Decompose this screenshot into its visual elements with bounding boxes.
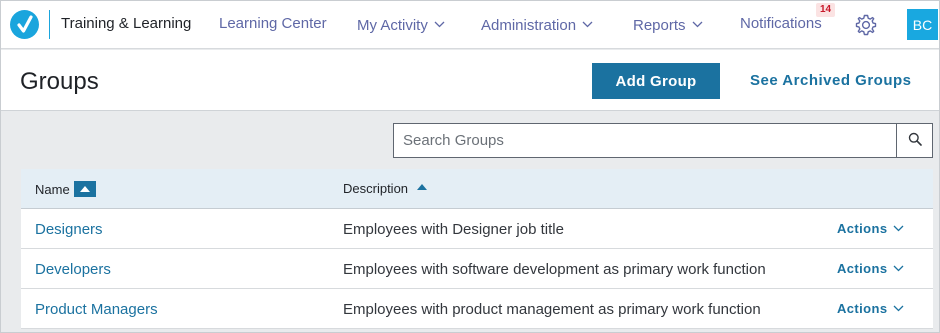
groups-table: Name Description Designers Employees wit…: [21, 169, 933, 329]
chevron-down-icon: [894, 225, 904, 232]
search-bar: [393, 123, 933, 158]
table-header: Name Description: [21, 169, 933, 209]
nav-administration[interactable]: Administration: [481, 15, 593, 34]
column-label: Description: [343, 181, 409, 196]
page-header: Groups Add Group See Archived Groups: [1, 50, 939, 111]
app-title: Training & Learning: [61, 15, 192, 32]
group-name-link[interactable]: Developers: [35, 261, 111, 278]
add-group-button[interactable]: Add Group: [592, 63, 720, 99]
nav-link-label: Administration: [481, 17, 577, 34]
nav-my-activity[interactable]: My Activity: [357, 15, 445, 34]
column-label: Name: [35, 182, 70, 197]
group-name-link[interactable]: Product Managers: [35, 301, 158, 318]
nav-link-label: Reports: [633, 17, 686, 34]
nav-link-label: Notifications: [740, 15, 822, 32]
group-name-link[interactable]: Designers: [35, 221, 103, 238]
search-button[interactable]: [896, 124, 932, 157]
page-title: Groups: [20, 68, 99, 95]
column-header-name[interactable]: Name: [35, 181, 96, 197]
table-row: Designers Employees with Designer job ti…: [21, 209, 933, 249]
column-header-description[interactable]: Description: [343, 181, 428, 196]
chevron-down-icon: [894, 265, 904, 272]
nav-link-label: Learning Center: [219, 15, 327, 32]
actions-label: Actions: [837, 301, 888, 316]
notification-count-badge: 14: [816, 3, 836, 17]
search-input[interactable]: [394, 124, 896, 157]
checkmark-logo-icon[interactable]: [10, 10, 39, 39]
group-description: Employees with Designer job title: [343, 221, 564, 238]
actions-dropdown[interactable]: Actions: [837, 261, 904, 276]
nav-reports[interactable]: Reports: [633, 15, 703, 34]
avatar[interactable]: BC: [907, 9, 938, 40]
top-navigation: Training & Learning Learning Center My A…: [1, 1, 939, 49]
chevron-down-icon: [434, 15, 445, 32]
logo-divider: [49, 10, 50, 39]
table-row: Product Managers Employees with product …: [21, 289, 933, 329]
search-icon: [908, 132, 922, 149]
nav-notifications[interactable]: Notifications: [740, 15, 822, 32]
chevron-down-icon: [582, 15, 593, 32]
group-description: Employees with software development as p…: [343, 261, 766, 278]
actions-dropdown[interactable]: Actions: [837, 301, 904, 316]
table-row: Developers Employees with software devel…: [21, 249, 933, 289]
sort-ascending-icon[interactable]: [73, 181, 96, 197]
gear-icon[interactable]: [854, 13, 878, 37]
chevron-down-icon: [894, 305, 904, 312]
chevron-down-icon: [692, 15, 703, 32]
see-archived-groups-link[interactable]: See Archived Groups: [750, 72, 912, 89]
actions-label: Actions: [837, 221, 888, 236]
sort-ascending-icon[interactable]: [417, 184, 428, 190]
actions-dropdown[interactable]: Actions: [837, 221, 904, 236]
group-description: Employees with product management as pri…: [343, 301, 761, 318]
nav-link-label: My Activity: [357, 17, 428, 34]
actions-label: Actions: [837, 261, 888, 276]
nav-learning-center[interactable]: Learning Center: [219, 15, 327, 32]
